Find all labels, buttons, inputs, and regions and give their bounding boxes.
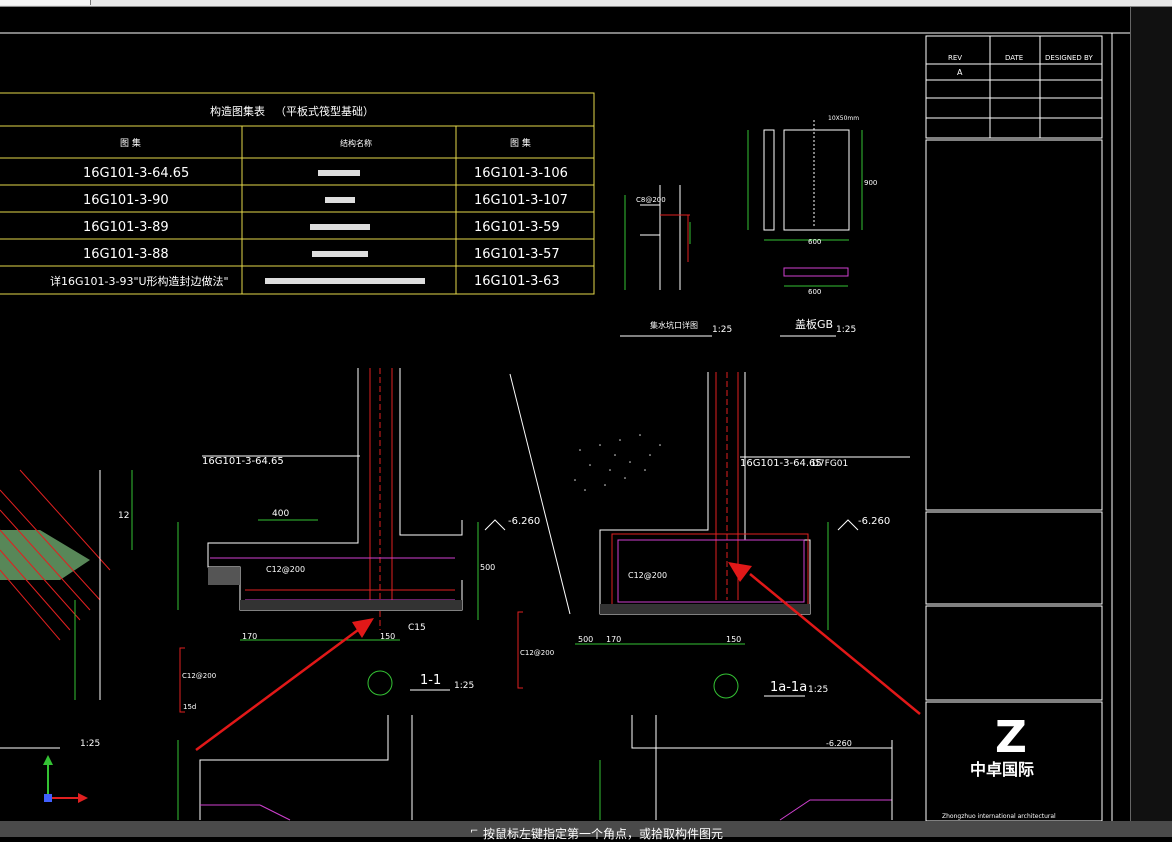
table-cell: 16G101-3-57 [474,247,560,262]
gb-label: 盖板GB [795,317,833,331]
section-1a-scale: 1:25 [808,685,828,695]
dim-400: 400 [272,509,289,519]
elev-right: -6.260 [858,516,890,527]
table-cell: 16G101-3-88 [83,247,169,262]
date-label: DATE [1005,54,1023,62]
ref-left: 16G101-3-64.65 [202,456,284,467]
left-scale: 1:25 [80,739,100,749]
table-cell: 16G101-3-107 [474,193,568,208]
section-1-1: 16G101-3-64.65 400 -6.260 C12@200 C15 17… [177,368,540,713]
gb-scale: 1:25 [836,325,856,335]
document-tab[interactable] [0,0,91,5]
c12-rebar-2: C12@200 [520,649,554,657]
title-block: REV DATE DESIGNED BY A Z 中卓国际 Zhongzhuo … [925,35,1103,821]
ref-suffix: D7FG01 [812,459,848,469]
dim-150-right: 150 [726,635,741,644]
c15-label: C15 [408,623,426,633]
anchor-label: 10X50mm [828,115,859,122]
bottom-sections: -6.260 [177,715,893,821]
window-top-bar [0,0,1172,7]
table-cell: 详16G101-3-93"U形构造封边做法" [50,274,229,288]
dim-150: 150 [380,632,395,641]
section-1a-1a: 16G101-3-64.65 D7FG01 -6.260 C12@200 500… [509,372,910,699]
c8-label: C8@200 [636,196,666,204]
table-cell: 16G101-3-63 [474,274,560,289]
cad-drawing-canvas[interactable]: 构造图集表 （平板式筏型基础） 图 集 结构名称 图 集 16G101-3-64… [0,7,1130,821]
ref-right: 16G101-3-64.65 [740,458,822,469]
table-cell: 16G101-3-90 [83,193,169,208]
table-col-header-mid: 结构名称 [340,138,372,148]
detail-cover-plate: 10X50mm 900 600 600 盖板GB 1:25 [747,115,877,337]
right-side-panel [1130,7,1172,821]
rev-label: REV [948,54,962,62]
dim-600-bottom: 600 [808,288,821,296]
table-title: 构造图集表 [210,104,265,118]
command-prompt: 按鼠标左键指定第一个角点，或拾取构件图元 [483,827,724,841]
section-1-scale: 1:25 [454,681,474,691]
c12-right: C12@200 [628,571,667,580]
c12-rebar: C12@200 [182,672,216,680]
logo-glyph: Z [995,712,1027,763]
dim-170-right: 170 [606,635,621,644]
table-cell: 16G101-3-59 [474,220,560,235]
dim-12: 12 [118,511,129,521]
table-cell: 16G101-3-106 [474,166,568,181]
table-subtitle: （平板式筏型基础） [275,104,374,118]
rev-value: A [957,68,963,77]
table-cell: 16G101-3-89 [83,220,169,235]
elev-bottom: -6.260 [826,739,852,748]
section-1-label: 1-1 [420,673,441,688]
cursor-icon: ⌐ [470,826,479,837]
c12-left: C12@200 [266,565,305,574]
section-1a-label: 1a-1a [770,680,807,695]
designed-label: DESIGNED BY [1045,54,1093,62]
pit-scale: 1:25 [712,325,732,335]
ucs-axis-icon [43,755,88,803]
dim-900: 900 [864,179,877,187]
dim-500-left: 500 [480,563,495,572]
dim-170: 170 [242,632,257,641]
dim-600-top: 600 [808,238,821,246]
company-name-cn: 中卓国际 [970,760,1034,779]
detail-left-hatch: 12 1:25 [0,469,133,749]
table-col-header-right: 图 集 [510,137,531,149]
dim-500-bottom: 500 [578,635,593,644]
drawing-table: 构造图集表 （平板式筏型基础） 图 集 结构名称 图 集 16G101-3-64… [0,92,595,295]
table-cell: 16G101-3-64.65 [83,166,189,181]
table-col-header-left: 图 集 [120,137,141,149]
pit-label: 集水坑口详图 [650,320,698,330]
hatch-dots [574,434,661,491]
detail-pit-opening: C8@200 集水坑口详图 1:25 [620,185,732,337]
company-name-en: Zhongzhuo international architectural [942,813,1056,820]
val-15d-left: 15d [183,703,196,711]
elev-left: -6.260 [508,516,540,527]
